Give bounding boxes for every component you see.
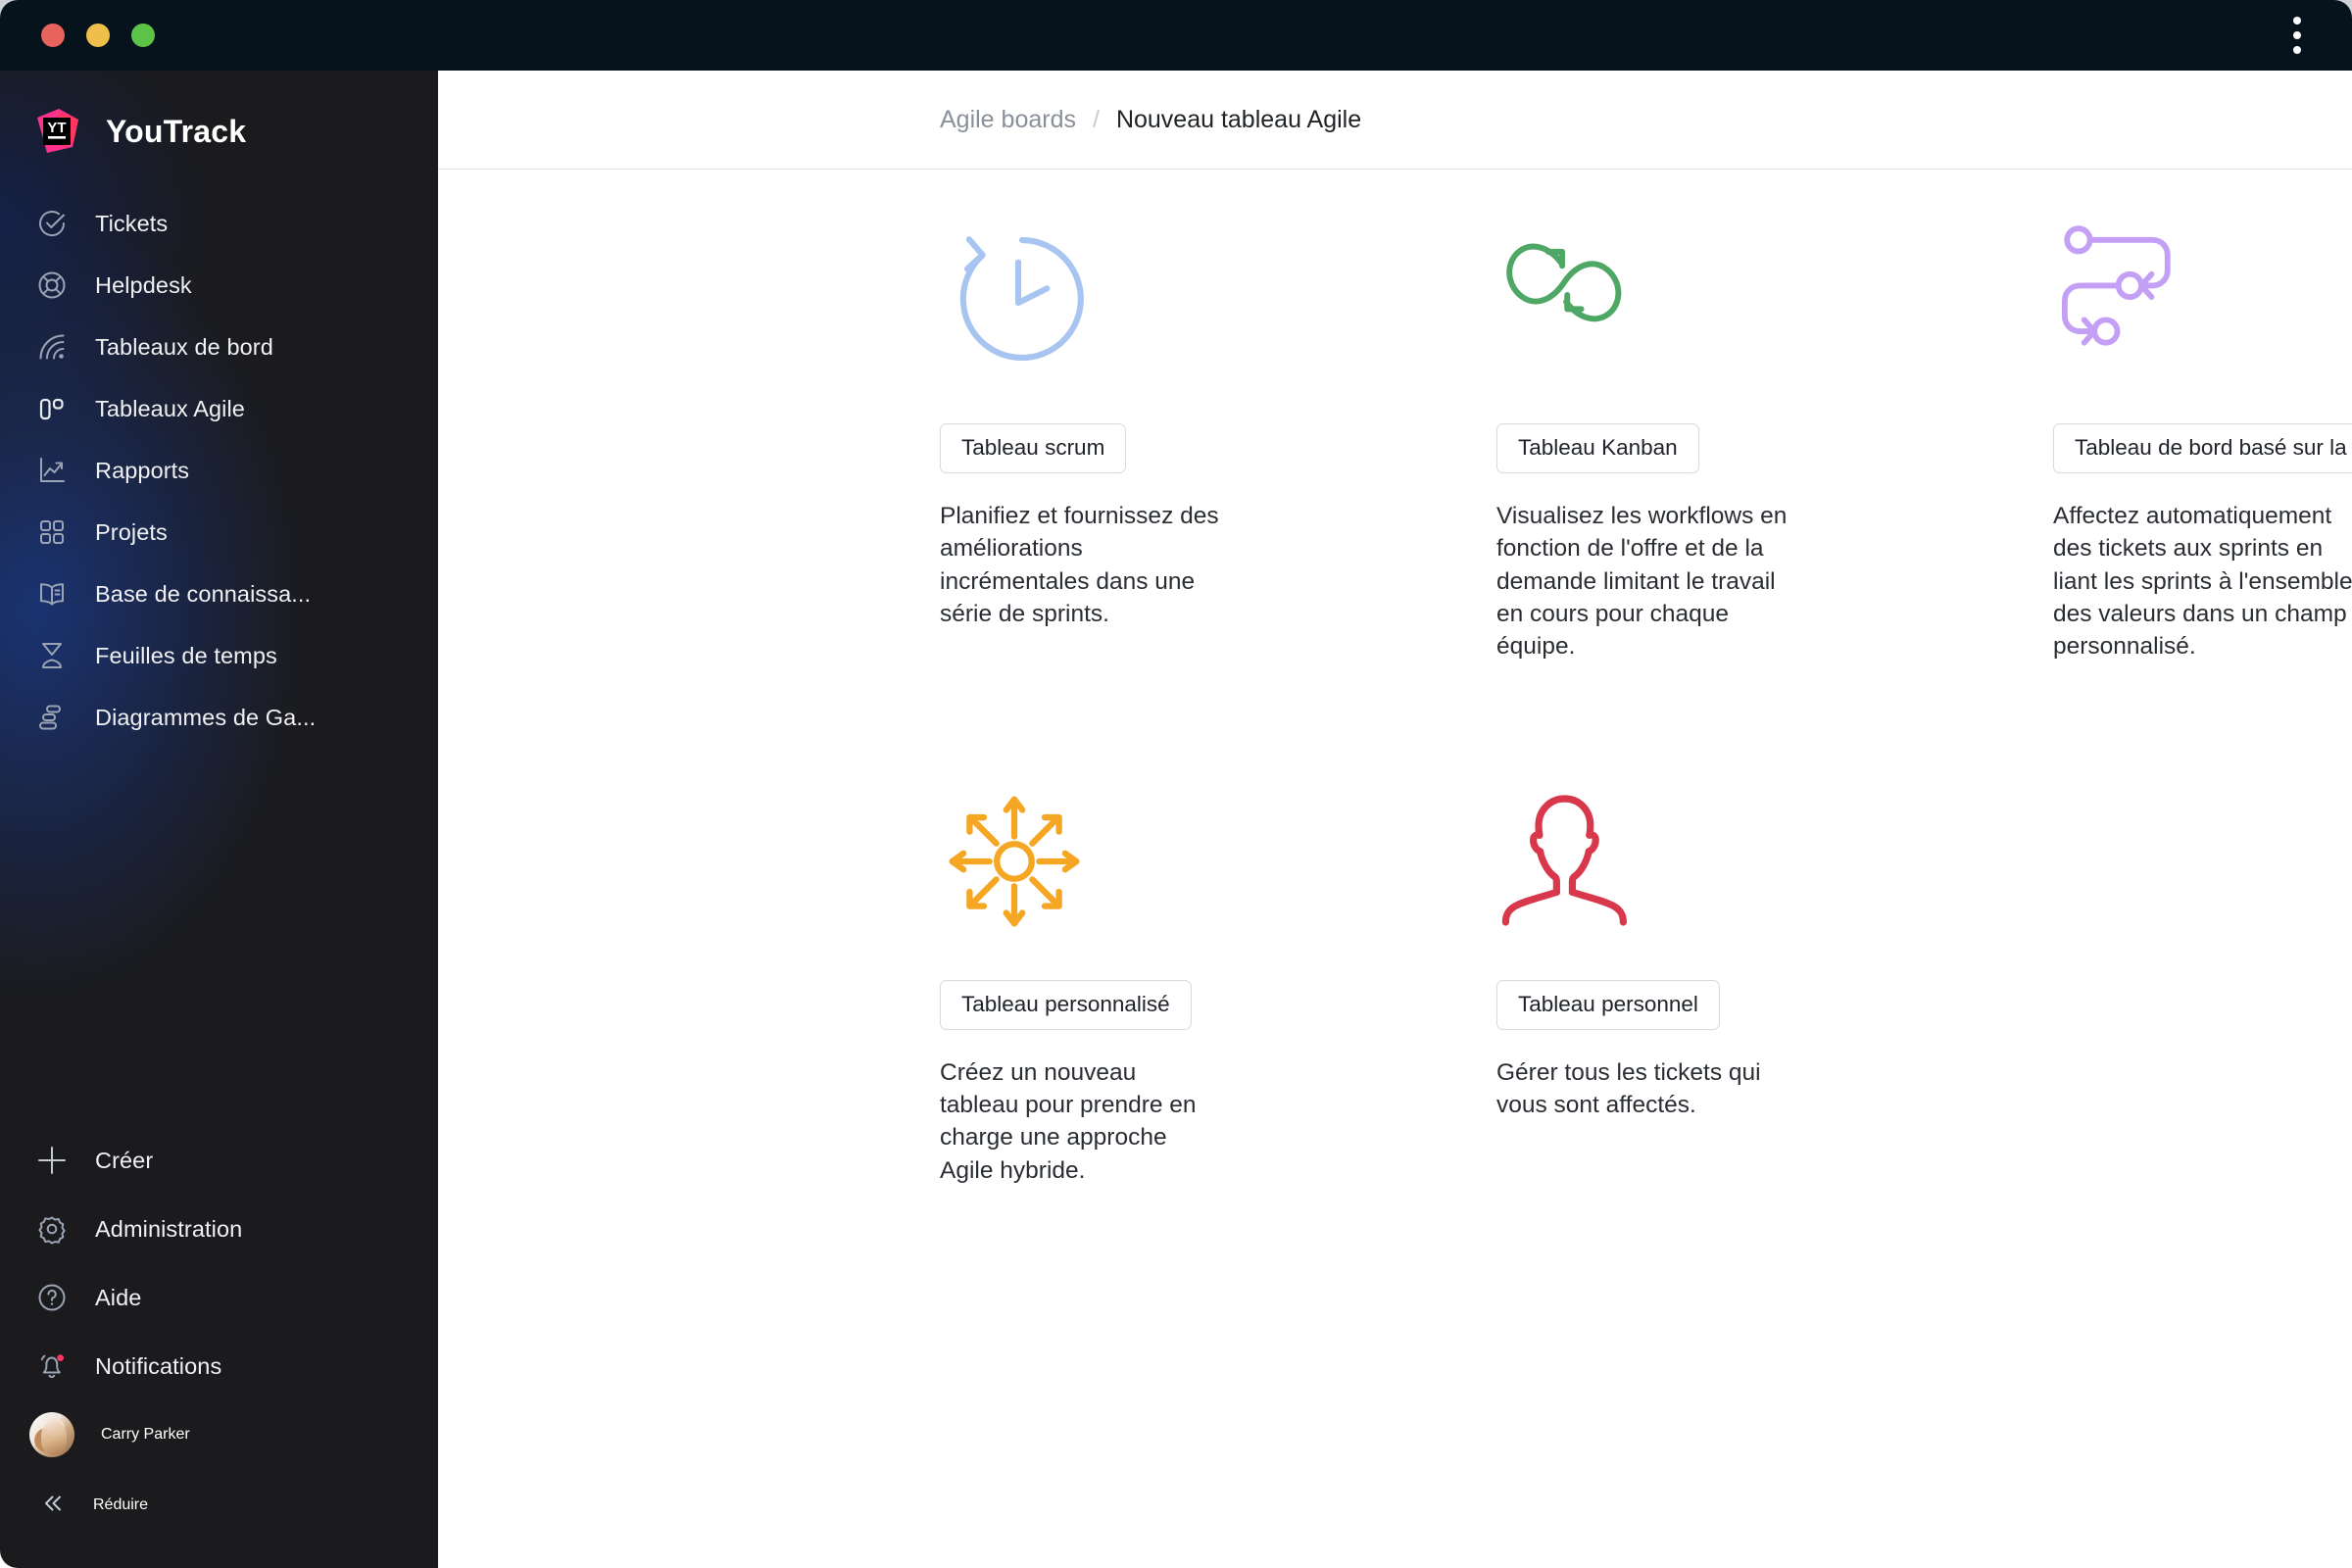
- sidebar-item-label: Aide: [95, 1284, 142, 1310]
- sidebar-item-label: Base de connaissa...: [95, 580, 312, 607]
- create-personal-board-button[interactable]: Tableau personnel: [1496, 979, 1720, 1030]
- sidebar-item-administration[interactable]: Administration: [0, 1203, 438, 1254]
- question-circle-icon: [35, 1281, 69, 1314]
- maximize-window-button[interactable]: [131, 24, 155, 47]
- sidebar-item-label: Feuilles de temps: [95, 642, 277, 668]
- gantt-chart-icon: [35, 701, 69, 734]
- sidebar-item-agile-boards[interactable]: Tableaux Agile: [0, 383, 438, 434]
- sidebar-item-help[interactable]: Aide: [0, 1272, 438, 1323]
- create-scrum-board-button[interactable]: Tableau scrum: [940, 423, 1127, 473]
- minimize-window-button[interactable]: [86, 24, 110, 47]
- sidebar-item-notifications[interactable]: Notifications: [0, 1341, 438, 1392]
- sidebar-item-label: Notifications: [95, 1352, 222, 1379]
- sidebar-item-reports[interactable]: Rapports: [0, 445, 438, 496]
- sidebar-item-gantt-charts[interactable]: Diagrammes de Ga...: [0, 692, 438, 743]
- sidebar-item-label: Rapports: [95, 457, 190, 483]
- kebab-dot: [2293, 46, 2301, 54]
- create-version-based-board-button[interactable]: Tableau de bord basé sur la version: [2053, 423, 2352, 473]
- board-type-card-scrum[interactable]: Tableau scrum Planifiez et fournissez de…: [940, 213, 1496, 669]
- sidebar-item-knowledge-base[interactable]: Base de connaissa...: [0, 568, 438, 619]
- sidebar-item-label: Diagrammes de Ga...: [95, 704, 317, 730]
- breadcrumb-separator: /: [1092, 105, 1100, 133]
- lifebuoy-icon: [35, 269, 69, 302]
- create-custom-board-button[interactable]: Tableau personnalisé: [940, 979, 1192, 1030]
- primary-nav: Tickets Helpdesk Tableaux de bord Tablea…: [0, 188, 438, 754]
- collapse-label: Réduire: [93, 1496, 149, 1513]
- board-type-chooser: Tableau scrum Planifiez et fournissez de…: [438, 170, 2352, 1568]
- board-type-grid-row-2: Tableau personnalisé Créez un nouveau ta…: [940, 724, 2352, 1193]
- agile-board-icon: [35, 392, 69, 425]
- version-path-icon: [2053, 213, 2352, 423]
- breadcrumb: Agile boards / Nouveau tableau Agile: [438, 71, 2352, 170]
- sidebar-item-label: Tickets: [95, 210, 169, 236]
- sidebar-item-dashboards[interactable]: Tableaux de bord: [0, 321, 438, 372]
- chevron-double-left-icon: [35, 1488, 67, 1524]
- breadcrumb-parent-link[interactable]: Agile boards: [940, 106, 1076, 134]
- user-name: Carry Parker: [101, 1426, 190, 1443]
- plus-icon: [35, 1144, 69, 1177]
- secondary-nav: Créer Administration Aide Notifications …: [0, 1135, 438, 1568]
- collapse-sidebar-button[interactable]: Réduire: [0, 1480, 438, 1531]
- board-type-description: Créez un nouveau tableau pour prendre en…: [940, 1058, 1197, 1184]
- open-book-icon: [35, 577, 69, 611]
- sidebar-item-helpdesk[interactable]: Helpdesk: [0, 260, 438, 311]
- sidebar-item-label: Helpdesk: [95, 271, 192, 298]
- sidebar-item-label: Administration: [95, 1215, 243, 1242]
- sidebar-item-label: Tableaux de bord: [95, 333, 273, 360]
- title-bar: [0, 0, 2352, 71]
- avatar: [29, 1412, 74, 1457]
- bell-icon: [35, 1349, 69, 1383]
- board-type-description: Affectez automatiquement des tickets aux…: [2053, 503, 2352, 661]
- board-type-grid-row-1: Tableau scrum Planifiez et fournissez de…: [940, 213, 2352, 669]
- board-type-description: Gérer tous les tickets qui vous sont aff…: [1496, 1058, 1761, 1118]
- board-type-description: Visualisez les workflows en fonction de …: [1496, 503, 1788, 661]
- clock-refresh-icon: [940, 213, 1496, 423]
- infinity-loop-icon: [1496, 213, 2053, 423]
- svg-text:YT: YT: [47, 120, 66, 136]
- check-circle-icon: [35, 207, 69, 240]
- kebab-dot: [2293, 17, 2301, 24]
- grid-squares-icon: [35, 515, 69, 549]
- window-controls: [41, 24, 155, 47]
- hourglass-icon: [35, 639, 69, 672]
- sidebar: YT YouTrack Tickets Helpdesk Tableaux de…: [0, 71, 438, 1568]
- sidebar-item-timesheets[interactable]: Feuilles de temps: [0, 630, 438, 681]
- dashboard-waves-icon: [35, 330, 69, 364]
- sidebar-item-create[interactable]: Créer: [0, 1135, 438, 1186]
- board-type-card-version-based[interactable]: Tableau de bord basé sur la version Affe…: [2053, 213, 2352, 669]
- app-body: YT YouTrack Tickets Helpdesk Tableaux de…: [0, 71, 2352, 1568]
- board-type-card-custom[interactable]: Tableau personnalisé Créez un nouveau ta…: [940, 779, 1496, 1193]
- brand-header[interactable]: YT YouTrack: [0, 71, 438, 188]
- person-outline-icon: [1496, 779, 2053, 980]
- main-content: Agile boards / Nouveau tableau Agile Tab…: [438, 71, 2352, 1568]
- sidebar-item-projects[interactable]: Projets: [0, 507, 438, 558]
- kebab-dot: [2293, 31, 2301, 39]
- sidebar-item-label: Projets: [95, 518, 168, 545]
- create-kanban-board-button[interactable]: Tableau Kanban: [1496, 423, 1699, 473]
- chart-trend-icon: [35, 454, 69, 487]
- board-type-card-personal[interactable]: Tableau personnel Gérer tous les tickets…: [1496, 779, 2053, 1193]
- youtrack-logo: YT: [29, 104, 84, 159]
- page-title: Nouveau tableau Agile: [1115, 105, 1362, 133]
- brand-name: YouTrack: [106, 113, 247, 149]
- app-window: YT YouTrack Tickets Helpdesk Tableaux de…: [0, 0, 2352, 1568]
- sidebar-item-label: Tableaux Agile: [95, 395, 245, 421]
- sidebar-item-tickets[interactable]: Tickets: [0, 198, 438, 249]
- sidebar-item-label: Créer: [95, 1147, 154, 1173]
- board-type-grid-empty-cell: [2053, 724, 2352, 1193]
- kebab-menu-icon[interactable]: [2287, 11, 2307, 60]
- user-profile[interactable]: Carry Parker: [0, 1409, 438, 1460]
- board-type-description: Planifiez et fournissez des amélioration…: [940, 503, 1219, 627]
- sun-arrows-icon: [940, 779, 1496, 980]
- gear-icon: [35, 1212, 69, 1246]
- close-window-button[interactable]: [41, 24, 65, 47]
- board-type-card-kanban[interactable]: Tableau Kanban Visualisez les workflows …: [1496, 213, 2053, 669]
